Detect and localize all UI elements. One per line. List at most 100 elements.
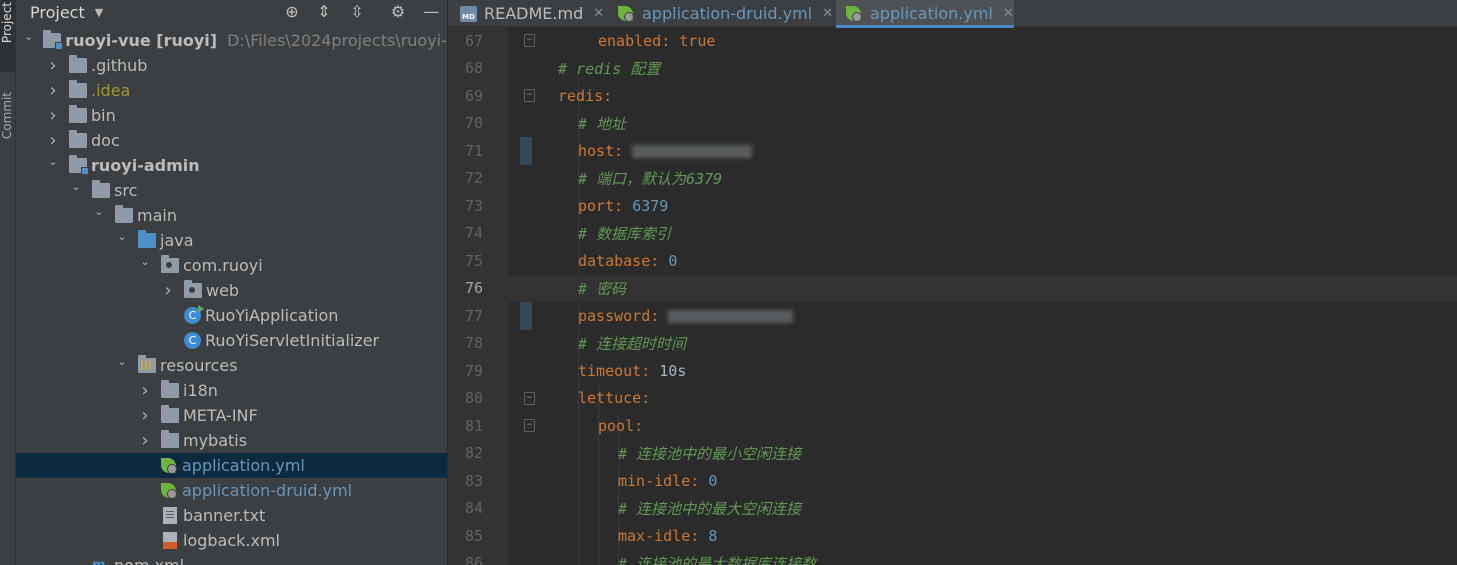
project-view-selector[interactable]: Project	[30, 3, 85, 22]
code-line[interactable]: 75 database: 0	[448, 247, 1457, 275]
tree-item[interactable]: ⌄ com.ruoyi	[16, 253, 447, 278]
chevron-right-icon[interactable]: ›	[139, 430, 151, 451]
code-comment: # 连接池中的最小空闲连接	[618, 444, 802, 463]
tree-item[interactable]: › .idea	[16, 78, 447, 103]
tree-item[interactable]: application.yml	[16, 453, 447, 478]
chevron-down-icon[interactable]: ⌄	[47, 155, 59, 168]
code-line[interactable]: 84 # 连接池中的最大空闲连接	[448, 495, 1457, 523]
tree-item[interactable]: › .github	[16, 53, 447, 78]
tree-item[interactable]: C RuoYiApplication	[16, 303, 447, 328]
locate-icon[interactable]: ⊕	[282, 2, 302, 22]
chevron-right-icon[interactable]: ›	[47, 80, 59, 101]
expand-all-icon[interactable]: ⇕	[314, 2, 334, 22]
code-line[interactable]: 77 password:	[448, 302, 1457, 330]
tab-application-yml[interactable]: application.yml ✕	[836, 0, 1014, 28]
code-text: database: 0	[578, 252, 677, 270]
close-icon[interactable]: ✕	[1003, 6, 1014, 21]
tree-item[interactable]: › bin	[16, 103, 447, 128]
code-comment: # 连接池中的最大空闲连接	[618, 499, 802, 518]
tree-item[interactable]: › web	[16, 278, 447, 303]
tree-item[interactable]: › i18n	[16, 378, 447, 403]
tree-item[interactable]: › META-INF	[16, 403, 447, 428]
editor-tab-bar: MD README.md ✕ application-druid.yml ✕ a…	[448, 0, 1457, 28]
line-number: 86	[464, 554, 483, 565]
code-line[interactable]: 69 − redis:	[448, 82, 1457, 110]
code-line[interactable]: 71 host:	[448, 137, 1457, 165]
change-marker[interactable]	[520, 137, 532, 165]
change-marker[interactable]	[520, 302, 532, 330]
redacted-value	[668, 309, 794, 323]
code-line[interactable]: 82 # 连接池中的最小空闲连接	[448, 440, 1457, 468]
tree-item[interactable]: application-druid.yml	[16, 478, 447, 503]
code-line[interactable]: 80 − lettuce:	[448, 385, 1457, 413]
resources-folder-icon	[138, 355, 156, 373]
line-number: 67	[464, 31, 483, 50]
code-text: # 连接池中的最大空闲连接	[618, 498, 801, 519]
tree-item[interactable]: ⌄ ruoyi-vue [ruoyi] D:\Files\2024projects\…	[16, 28, 447, 53]
code-line[interactable]: 86 # 连接池的最大数据库连接数	[448, 550, 1457, 565]
code-line[interactable]: 83 min-idle: 0	[448, 467, 1457, 495]
fold-open-icon[interactable]: −	[524, 89, 535, 102]
gear-icon[interactable]: ⚙	[388, 2, 408, 22]
chevron-down-icon[interactable]: ⌄	[93, 205, 105, 218]
fold-open-icon[interactable]: −	[524, 391, 535, 405]
code-editor[interactable]: 67 − enabled: true 68 # redis 配置 69 − redis: 70 #…	[448, 27, 1457, 565]
code-line[interactable]: 78 # 连接超时时间	[448, 330, 1457, 358]
code-line[interactable]: 79 timeout: 10s	[448, 357, 1457, 385]
code-line[interactable]: 72 # 端口，默认为6379	[448, 165, 1457, 193]
tab-application-druid-yml[interactable]: application-druid.yml ✕	[618, 0, 834, 27]
chevron-down-icon[interactable]: ⌄	[116, 355, 128, 368]
chevron-right-icon[interactable]: ›	[139, 380, 151, 401]
chevron-down-icon[interactable]: ⌄	[116, 230, 128, 243]
line-number: 75	[464, 251, 483, 270]
commit-tool-tab[interactable]: Commit	[0, 92, 16, 164]
code-text: # 连接池的最大数据库连接数	[618, 553, 816, 565]
chevron-right-icon[interactable]: ›	[139, 405, 151, 426]
tree-item[interactable]: ⌄ ruoyi-admin	[16, 153, 447, 178]
code-line[interactable]: 85 max-idle: 8	[448, 522, 1457, 550]
fold-end-icon[interactable]: −	[524, 34, 535, 47]
close-icon[interactable]: ✕	[822, 6, 833, 21]
code-line[interactable]: 70 # 地址	[448, 110, 1457, 138]
folder-icon	[69, 130, 87, 148]
chevron-down-icon[interactable]: ⌄	[24, 30, 33, 43]
tree-item[interactable]: C RuoYiServletInitializer	[16, 328, 447, 353]
chevron-right-icon[interactable]: ›	[162, 280, 174, 301]
close-icon[interactable]: ✕	[593, 6, 604, 21]
line-number: 69	[464, 86, 483, 105]
tree-item[interactable]: ⌄ resources	[16, 353, 447, 378]
yaml-value: true	[679, 31, 716, 50]
code-line[interactable]: 76 # 密码	[448, 274, 1457, 302]
code-text: # 密码	[578, 278, 626, 299]
tree-item-label: application-druid.yml	[182, 481, 353, 500]
chevron-down-icon[interactable]: ⌄	[139, 255, 151, 268]
code-comment: # 连接超时时间	[578, 334, 687, 353]
tree-item[interactable]: ⌄ java	[16, 228, 447, 253]
chevron-right-icon[interactable]: ›	[47, 130, 59, 151]
minimize-icon[interactable]: —	[421, 2, 441, 22]
xml-file-icon	[163, 532, 177, 549]
code-line[interactable]: 81 − pool:	[448, 412, 1457, 440]
collapse-all-icon[interactable]: ⇳	[347, 2, 367, 22]
chevron-down-icon[interactable]: ⌄	[70, 180, 82, 193]
tree-item[interactable]: banner.txt	[16, 503, 447, 528]
chevron-right-icon[interactable]: ›	[47, 105, 59, 126]
tree-item[interactable]: ⌄ src	[16, 178, 447, 203]
project-tool-tab[interactable]: Project	[0, 0, 16, 72]
tree-item[interactable]: › doc	[16, 128, 447, 153]
chevron-down-icon[interactable]: ▼	[95, 6, 103, 19]
tree-item[interactable]: logback.xml	[16, 528, 447, 553]
tree-item-label: bin	[91, 106, 116, 125]
code-line[interactable]: 67 − enabled: true	[448, 27, 1457, 55]
yaml-value: :	[661, 31, 680, 50]
chevron-right-icon[interactable]: ›	[47, 55, 59, 76]
fold-open-icon[interactable]: −	[524, 419, 535, 432]
code-line[interactable]: 74 # 数据库索引	[448, 220, 1457, 248]
tree-item[interactable]: › mybatis	[16, 428, 447, 453]
tab-readme[interactable]: MD README.md ✕	[460, 0, 615, 27]
tree-item[interactable]: ⌄ main	[16, 203, 447, 228]
tree-item[interactable]: m pom.xml	[16, 553, 447, 565]
editor-area: MD README.md ✕ application-druid.yml ✕ a…	[448, 0, 1457, 565]
code-line[interactable]: 73 port: 6379	[448, 192, 1457, 220]
code-line[interactable]: 68 # redis 配置	[448, 55, 1457, 83]
